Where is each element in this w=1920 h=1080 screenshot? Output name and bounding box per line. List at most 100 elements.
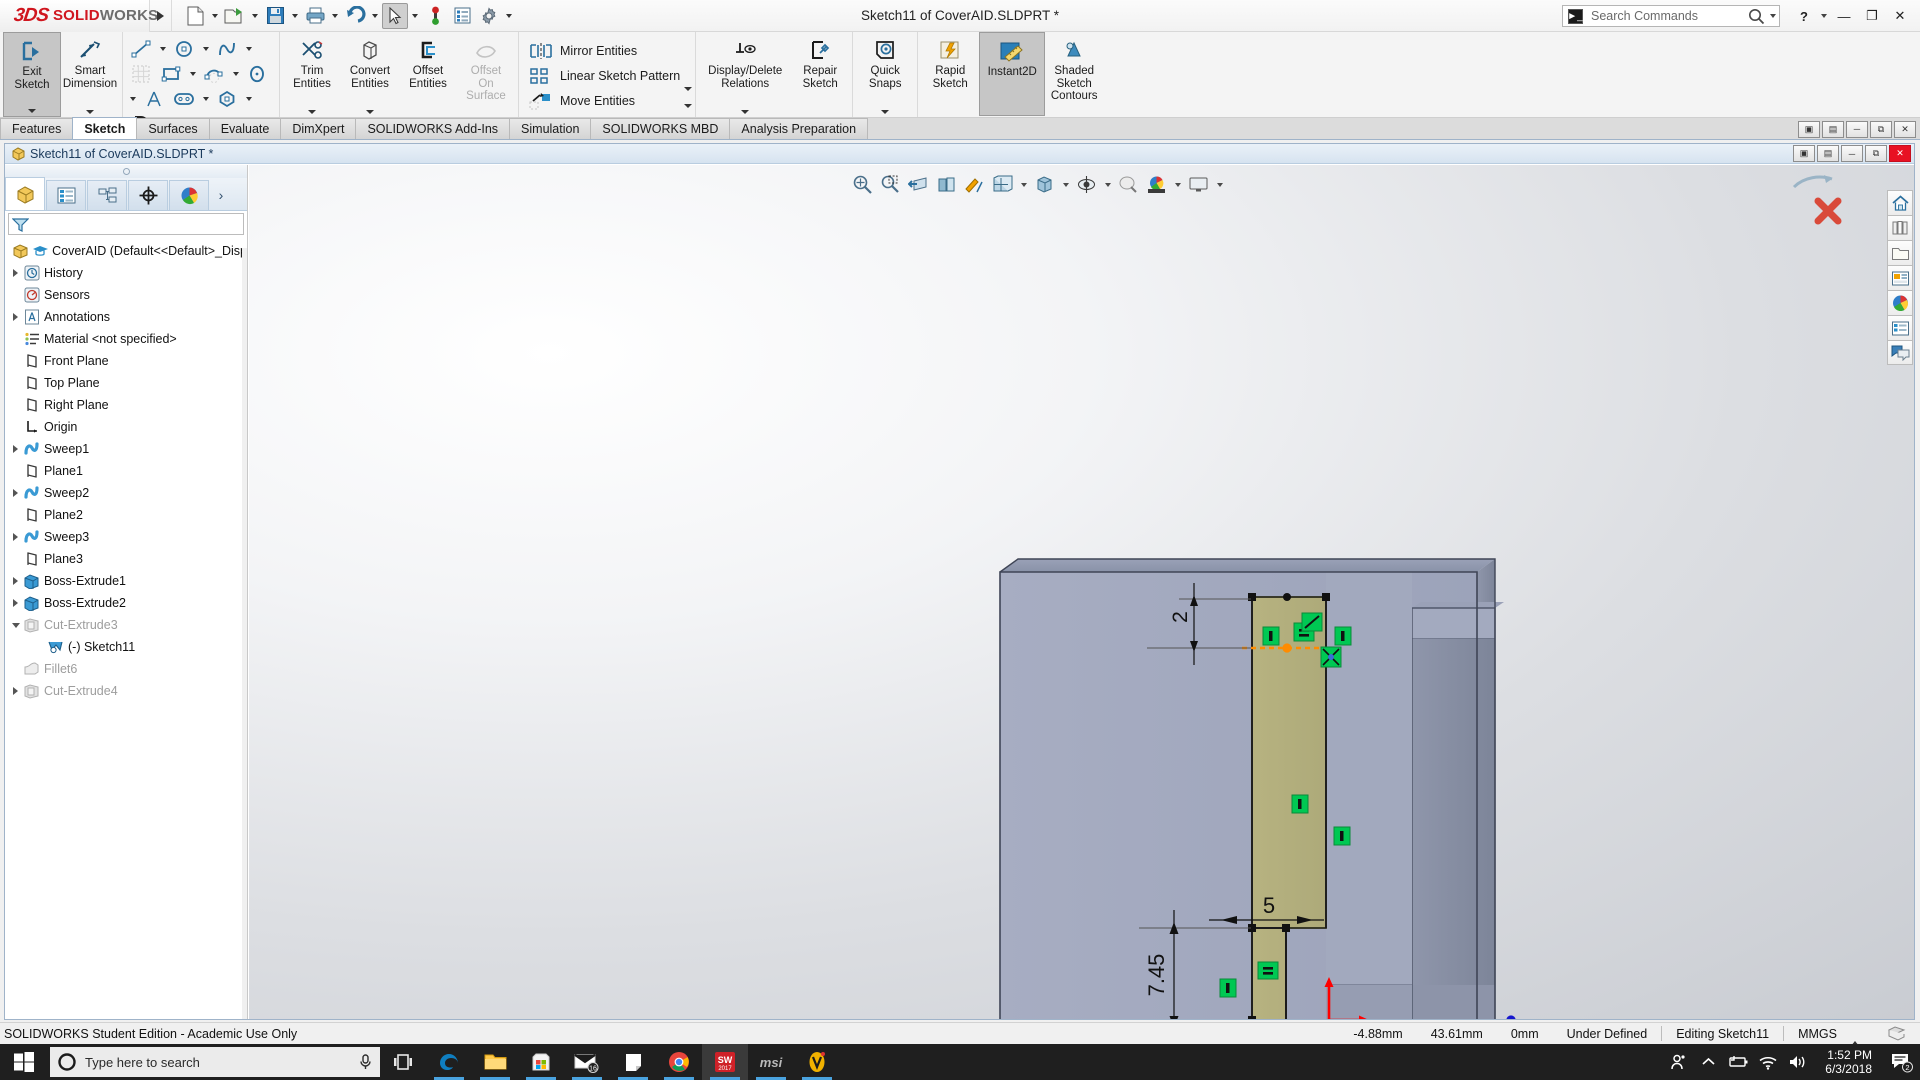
rectangle-dropdown-icon[interactable]: [186, 61, 199, 86]
tree-item-sweep2[interactable]: Sweep2: [9, 482, 247, 504]
taskbar-clock[interactable]: 1:52 PM 6/3/2018: [1813, 1048, 1884, 1076]
convert-entities-caret-icon[interactable]: [366, 110, 374, 114]
microsoft-store-icon[interactable]: [518, 1044, 564, 1080]
people-icon[interactable]: [1663, 1044, 1693, 1080]
print-icon[interactable]: [302, 3, 328, 29]
mirror-entities-button[interactable]: Mirror Entities: [528, 39, 680, 64]
tree-item-part-root[interactable]: CoverAID (Default<<Default>_Disp: [9, 240, 247, 262]
outer-close-button[interactable]: ✕: [1894, 120, 1916, 138]
mail-icon[interactable]: 16: [564, 1044, 610, 1080]
outer-minimize-button[interactable]: ─: [1846, 120, 1868, 138]
tab-solidworks-mbd[interactable]: SOLIDWORKS MBD: [590, 118, 731, 139]
rectangle-icon[interactable]: [156, 61, 186, 86]
search-icon[interactable]: [1745, 6, 1767, 26]
linear-sketch-pattern-caret-icon[interactable]: [684, 87, 692, 91]
smart-dimension-caret-icon[interactable]: [86, 110, 94, 114]
polygon-dropdown-icon[interactable]: [242, 86, 255, 111]
display-delete-relations-caret-icon[interactable]: [741, 110, 749, 114]
search-commands-box[interactable]: ►_ Search Commands: [1562, 5, 1780, 27]
move-entities-caret-icon[interactable]: [684, 104, 692, 108]
tree-item-history[interactable]: History: [9, 262, 247, 284]
options-dropdown-icon[interactable]: [503, 3, 515, 29]
view-palette-icon[interactable]: [1887, 265, 1913, 290]
line-icon[interactable]: [126, 36, 156, 61]
shaded-sketch-contours-button[interactable]: Shaded Sketch Contours: [1045, 32, 1103, 117]
tab-features[interactable]: Features: [0, 118, 74, 139]
print-dropdown-icon[interactable]: [329, 3, 341, 29]
search-input[interactable]: Search Commands: [1585, 9, 1745, 23]
tree-item-cut-extrude4[interactable]: Cut-Extrude4: [9, 680, 247, 702]
offset-entities-button[interactable]: Offset Entities: [399, 32, 457, 117]
task-view-icon[interactable]: [380, 1044, 426, 1080]
expand-arrow-sweep3-icon[interactable]: [9, 526, 22, 548]
instant2d-button[interactable]: Instant2D: [979, 32, 1046, 116]
feature-tree-filter-input[interactable]: [8, 213, 244, 235]
arc-dropdown-icon[interactable]: [229, 61, 242, 86]
save-dropdown-icon[interactable]: [289, 3, 301, 29]
tree-item-right-plane[interactable]: Right Plane: [9, 394, 247, 416]
battery-icon[interactable]: [1723, 1044, 1753, 1080]
tab-surfaces[interactable]: Surfaces: [136, 118, 210, 139]
show-hidden-icons-icon[interactable]: [1693, 1044, 1723, 1080]
taskbar-search-box[interactable]: Type here to search: [50, 1047, 380, 1077]
tree-item-top-plane[interactable]: Top Plane: [9, 372, 247, 394]
units-caret-icon[interactable]: [1851, 1027, 1859, 1041]
tree-item-boss-extrude2[interactable]: Boss-Extrude2: [9, 592, 247, 614]
collapse-arrow-cut-extrude3-icon[interactable]: [9, 614, 22, 636]
close-button[interactable]: ✕: [1886, 0, 1914, 32]
msi-icon[interactable]: msi: [748, 1044, 794, 1080]
arc-icon[interactable]: [199, 61, 229, 86]
expand-arrow-history-icon[interactable]: [9, 262, 22, 284]
restore-button[interactable]: ❐: [1858, 0, 1886, 32]
quick-snaps-button[interactable]: Quick Snaps: [856, 32, 914, 117]
ellipse-dropdown-icon[interactable]: [126, 86, 139, 111]
search-dropdown-icon[interactable]: [1767, 14, 1779, 18]
move-entities-button[interactable]: Move Entities: [528, 89, 680, 114]
new-document-dropdown-icon[interactable]: [209, 3, 221, 29]
inner-cascade-button[interactable]: ▤: [1817, 145, 1839, 162]
tree-item-boss-extrude1[interactable]: Boss-Extrude1: [9, 570, 247, 592]
ellipse-icon[interactable]: [242, 61, 272, 86]
slot-dropdown-icon[interactable]: [199, 86, 212, 111]
tree-item-cut-extrude3[interactable]: Cut-Extrude3: [9, 614, 247, 636]
inner-minimize-button[interactable]: ─: [1841, 145, 1863, 162]
linear-sketch-pattern-button[interactable]: Linear Sketch Pattern: [528, 64, 680, 89]
feature-tree-scrollbar[interactable]: [242, 248, 247, 1019]
feature-manager-tab[interactable]: [5, 177, 45, 210]
tree-item-annotations[interactable]: Annotations: [9, 306, 247, 328]
solidworks-forum-icon[interactable]: [1887, 340, 1913, 365]
new-document-icon[interactable]: [182, 3, 208, 29]
sticky-notes-icon[interactable]: [610, 1044, 656, 1080]
minimize-button[interactable]: —: [1830, 0, 1858, 32]
tab-solidworks-add-ins[interactable]: SOLIDWORKS Add-Ins: [355, 118, 511, 139]
inner-close-button[interactable]: ✕: [1889, 145, 1911, 162]
tree-item-plane2[interactable]: Plane2: [9, 504, 247, 526]
windows-start-icon[interactable]: [0, 1044, 48, 1080]
tree-item-origin[interactable]: Origin: [9, 416, 247, 438]
trim-entities-button[interactable]: Trim Entities: [283, 32, 341, 117]
polygon-icon[interactable]: [212, 86, 242, 111]
repair-sketch-button[interactable]: Repair Sketch: [791, 32, 849, 117]
configuration-manager-tab[interactable]: [87, 180, 127, 210]
tree-item-sketch11[interactable]: (-) Sketch11: [9, 636, 247, 658]
exit-sketch-caret-icon[interactable]: [28, 109, 36, 113]
circle-dropdown-icon[interactable]: [199, 36, 212, 61]
convert-entities-button[interactable]: Convert Entities: [341, 32, 399, 117]
trim-entities-caret-icon[interactable]: [308, 110, 316, 114]
gear-icon[interactable]: [476, 3, 502, 29]
edge-icon[interactable]: [426, 1044, 472, 1080]
menu-expander-icon[interactable]: [150, 0, 172, 32]
v-app-icon[interactable]: [794, 1044, 840, 1080]
file-explorer-icon[interactable]: [1887, 240, 1913, 265]
select-dropdown-icon[interactable]: [409, 3, 421, 29]
help-dropdown-icon[interactable]: [1818, 14, 1830, 18]
outer-restore-button[interactable]: ⧉: [1870, 120, 1892, 138]
line-dropdown-icon[interactable]: [156, 36, 169, 61]
tab-simulation[interactable]: Simulation: [509, 118, 592, 139]
display-manager-tab[interactable]: [169, 180, 209, 210]
notification-center-icon[interactable]: 2: [1884, 1044, 1920, 1080]
select-icon[interactable]: [382, 2, 408, 29]
tree-item-plane3[interactable]: Plane3: [9, 548, 247, 570]
spline-dropdown-icon[interactable]: [242, 36, 255, 61]
tab-evaluate[interactable]: Evaluate: [208, 118, 282, 139]
